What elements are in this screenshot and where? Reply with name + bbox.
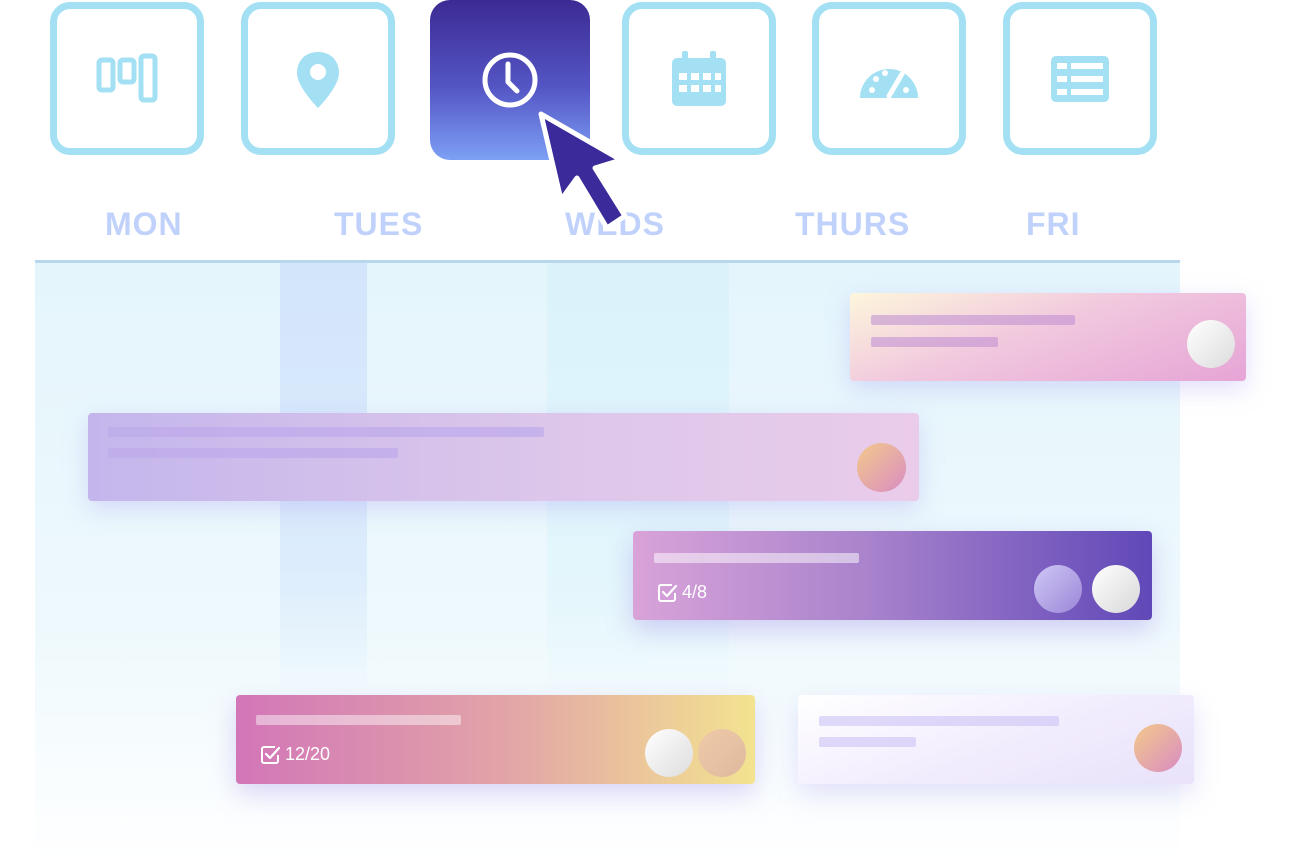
task-card-purple[interactable]: 4/8 bbox=[633, 531, 1152, 620]
task-card-pink-top[interactable] bbox=[850, 293, 1246, 381]
board-view-icon bbox=[96, 53, 158, 102]
day-label-thurs: THURS bbox=[795, 206, 911, 242]
checklist-count: 12/20 bbox=[260, 744, 330, 765]
task-card-pale-lavender[interactable] bbox=[798, 695, 1194, 784]
card-title-placeholder bbox=[256, 715, 461, 725]
avatar[interactable] bbox=[698, 729, 746, 777]
table-view-icon bbox=[1051, 55, 1109, 102]
avatar[interactable] bbox=[1092, 565, 1140, 613]
card-subtitle-placeholder bbox=[108, 448, 398, 458]
card-title-placeholder bbox=[654, 553, 859, 563]
map-view-button[interactable] bbox=[241, 2, 395, 155]
avatar[interactable] bbox=[1034, 565, 1082, 613]
clock-icon bbox=[482, 52, 538, 108]
checkbox-check-icon bbox=[658, 583, 677, 602]
checkbox-check-icon bbox=[261, 745, 280, 764]
map-pin-icon bbox=[297, 51, 339, 108]
checklist-count-text: 12/20 bbox=[285, 744, 331, 764]
card-title-placeholder bbox=[108, 427, 544, 437]
mouse-pointer-icon bbox=[538, 111, 628, 231]
task-card-lavender-wide[interactable] bbox=[88, 413, 919, 501]
dashboard-view-button[interactable] bbox=[812, 2, 966, 155]
card-title-placeholder bbox=[819, 716, 1059, 726]
task-card-pink-yellow[interactable]: 12/20 bbox=[236, 695, 755, 784]
calendar-view-button[interactable] bbox=[622, 2, 776, 155]
avatar[interactable] bbox=[1134, 724, 1182, 772]
board-view-button[interactable] bbox=[50, 2, 204, 155]
day-label-mon: MON bbox=[105, 206, 183, 242]
speedometer-icon bbox=[860, 68, 918, 98]
calendar-icon bbox=[672, 50, 726, 106]
avatar[interactable] bbox=[1187, 320, 1235, 368]
card-subtitle-placeholder bbox=[819, 737, 916, 747]
checklist-count-text: 4/8 bbox=[682, 582, 708, 602]
card-subtitle-placeholder bbox=[871, 337, 998, 347]
checklist-count: 4/8 bbox=[657, 582, 707, 603]
day-label-tues: TUES bbox=[334, 206, 424, 242]
avatar[interactable] bbox=[857, 443, 906, 492]
day-label-fri: FRI bbox=[1026, 206, 1081, 242]
avatar[interactable] bbox=[645, 729, 693, 777]
card-title-placeholder bbox=[871, 315, 1075, 325]
table-view-button[interactable] bbox=[1003, 2, 1157, 155]
